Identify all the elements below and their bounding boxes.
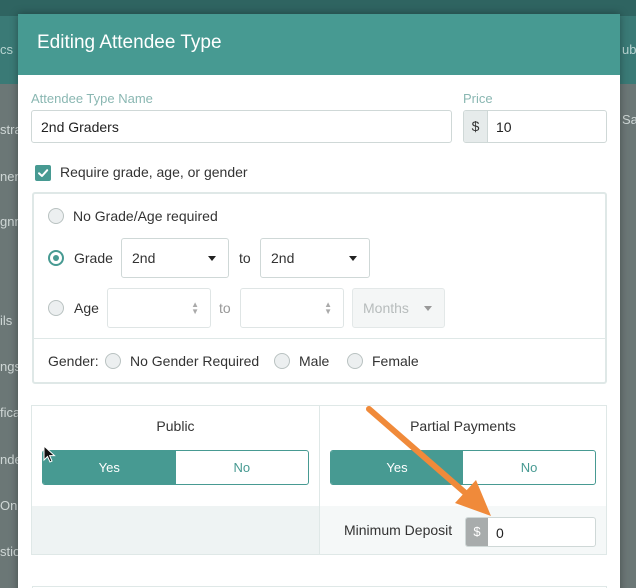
modal-title: Editing Attendee Type bbox=[37, 32, 222, 53]
age-radio[interactable] bbox=[48, 300, 64, 316]
age-unit-value: Months bbox=[363, 300, 409, 316]
require-checkbox[interactable] bbox=[35, 165, 51, 181]
table-cell-empty bbox=[32, 506, 319, 554]
background-text: cs bbox=[0, 42, 13, 57]
grade-to-label: to bbox=[239, 250, 251, 266]
gender-female-radio[interactable] bbox=[347, 353, 363, 369]
gender-male-radio[interactable] bbox=[274, 353, 290, 369]
payment-settings-table: Public Yes No Partial Payments Yes No Mi… bbox=[31, 405, 607, 555]
public-toggle: Yes No bbox=[42, 450, 309, 485]
grade-to-value: 2nd bbox=[271, 250, 295, 266]
partial-yes-button[interactable]: Yes bbox=[331, 451, 463, 484]
public-yes-button[interactable]: Yes bbox=[43, 451, 176, 484]
caret-down-icon bbox=[424, 306, 432, 311]
background-text: ils bbox=[0, 313, 13, 328]
caret-down-icon bbox=[208, 256, 216, 261]
age-to-input[interactable]: ▲ ▼ bbox=[240, 288, 344, 328]
mouse-cursor-icon bbox=[43, 445, 56, 463]
gender-none-radio[interactable] bbox=[105, 353, 121, 369]
stepper-arrows-icon: ▲ ▼ bbox=[324, 300, 332, 316]
edit-attendee-type-modal: Editing Attendee Type Attendee Type Name… bbox=[18, 14, 620, 588]
grade-label: Grade bbox=[74, 250, 113, 266]
gender-female-label: Female bbox=[372, 353, 419, 369]
require-checkbox-label: Require grade, age, or gender bbox=[60, 164, 248, 180]
deposit-currency-addon: $ bbox=[466, 518, 488, 546]
price-input-group: $ 10 bbox=[463, 110, 607, 143]
caret-down-icon bbox=[349, 256, 357, 261]
grade-radio[interactable] bbox=[48, 250, 64, 266]
grade-from-select[interactable]: 2nd bbox=[121, 238, 229, 278]
minimum-deposit-input-group: $ 0 bbox=[465, 517, 596, 547]
background-text: ublic bbox=[622, 42, 636, 57]
gender-label: Gender: bbox=[48, 353, 99, 369]
age-to-label: to bbox=[219, 300, 231, 316]
modal-header: Editing Attendee Type bbox=[18, 14, 620, 75]
age-unit-select[interactable]: Months bbox=[352, 288, 445, 328]
gender-none-label: No Gender Required bbox=[130, 353, 260, 369]
minimum-deposit-input[interactable]: 0 bbox=[496, 525, 504, 541]
background-right-column bbox=[620, 84, 636, 588]
public-no-button[interactable]: No bbox=[176, 451, 309, 484]
partial-payments-toggle: Yes No bbox=[330, 450, 596, 485]
age-from-input[interactable]: ▲ ▼ bbox=[107, 288, 211, 328]
grade-to-select[interactable]: 2nd bbox=[260, 238, 370, 278]
attendee-type-name-input[interactable]: 2nd Graders bbox=[31, 110, 452, 143]
gender-male-label: Male bbox=[299, 353, 330, 369]
age-label: Age bbox=[74, 300, 99, 316]
currency-addon: $ bbox=[464, 111, 488, 142]
grade-from-value: 2nd bbox=[132, 250, 156, 266]
requirements-divider bbox=[32, 338, 607, 339]
price-input[interactable]: 10 bbox=[496, 119, 512, 135]
public-heading: Public bbox=[156, 418, 195, 434]
minimum-deposit-label: Minimum Deposit bbox=[344, 522, 453, 538]
background-text: Sapa bbox=[622, 112, 636, 127]
partial-payments-heading: Partial Payments bbox=[410, 418, 516, 434]
checkmark-icon bbox=[38, 169, 49, 177]
price-label: Price bbox=[463, 91, 493, 106]
no-grade-age-label: No Grade/Age required bbox=[73, 208, 218, 224]
no-grade-age-radio[interactable] bbox=[48, 208, 64, 224]
partial-no-button[interactable]: No bbox=[463, 451, 595, 484]
stepper-arrows-icon: ▲ ▼ bbox=[191, 300, 199, 316]
attendee-type-name-label: Attendee Type Name bbox=[31, 91, 153, 106]
